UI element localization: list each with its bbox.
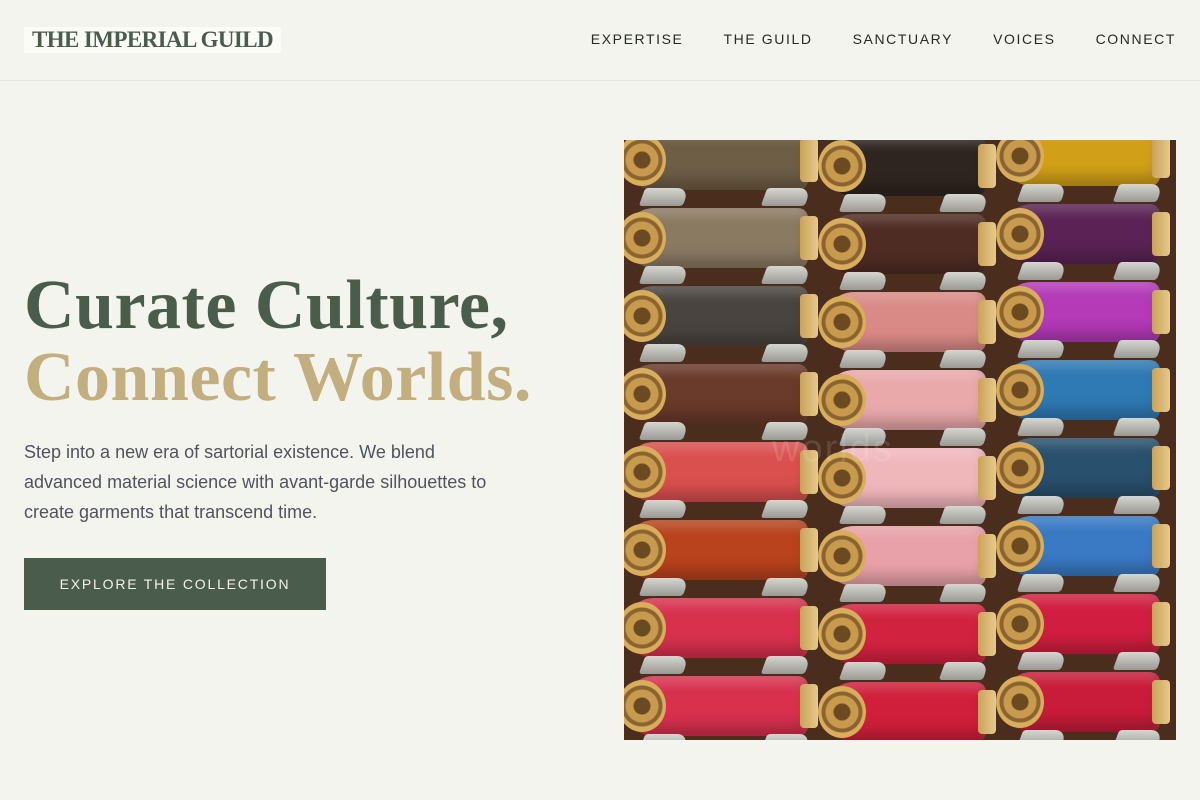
thread-spool [818,292,996,352]
thread-spool [624,598,818,658]
spool-holder [838,584,890,602]
thread-spool [996,140,1170,186]
spool-holder [638,500,690,518]
spool-holder [938,350,990,368]
thread-spool [624,140,818,190]
spool-holder [1112,652,1164,670]
spool-holder [638,578,690,596]
thread-spool [818,682,996,740]
spool-holder [838,194,890,212]
nav-item-voices[interactable]: VOICES [993,31,1056,47]
spool-holder [760,344,812,362]
hero-headline-line-2: Connect Worlds. [24,339,532,416]
thread-spool [996,360,1170,420]
spool-holder [1112,730,1164,740]
image-watermark: worlds [772,428,894,470]
thread-spool [624,286,818,346]
spool-holder [1112,184,1164,202]
hero-headline-line-1: Curate Culture, [24,267,509,344]
spool-holder [838,350,890,368]
thread-spool [996,672,1170,732]
spool-holder [760,656,812,674]
nav-item-connect[interactable]: CONNECT [1096,31,1176,47]
spool-holder [838,506,890,524]
thread-spool [818,370,996,430]
nav-item-the-guild[interactable]: THE GUILD [723,31,812,47]
spool-holder [760,500,812,518]
nav-item-expertise[interactable]: EXPERTISE [591,31,684,47]
thread-spool [818,140,996,196]
spool-holder [938,428,990,446]
spool-holder [1112,418,1164,436]
spool-holder [1016,340,1068,358]
spool-holder [938,506,990,524]
spool-holder [938,662,990,680]
spool-holder [1112,262,1164,280]
spool-holder [638,266,690,284]
explore-collection-button[interactable]: EXPLORE THE COLLECTION [24,558,326,610]
main-nav: EXPERTISE THE GUILD SANCTUARY VOICES CON… [591,31,1176,47]
spool-holder [638,656,690,674]
spool-holder [838,272,890,290]
spool-holder [938,272,990,290]
thread-spool [818,604,996,664]
thread-spool [996,282,1170,342]
spool-holder [1016,496,1068,514]
spool-holder [1016,652,1068,670]
spool-holder [938,584,990,602]
thread-spool [996,438,1170,498]
hero-image: worlds [624,140,1176,740]
spool-holder [638,422,690,440]
spool-holder [1016,730,1068,740]
nav-item-sanctuary[interactable]: SANCTUARY [853,31,954,47]
thread-spool [996,516,1170,576]
spool-holder [638,188,690,206]
spool-holder [1112,340,1164,358]
thread-spool [996,594,1170,654]
thread-spool [624,364,818,424]
spool-holder [1016,262,1068,280]
brand-logo[interactable]: THE IMPERIAL GUILD [24,27,281,53]
thread-spool [624,208,818,268]
thread-column [996,140,1176,740]
spool-holder [1016,574,1068,592]
spool-holder [760,734,812,740]
thread-spool [624,676,818,736]
spool-holder [1112,496,1164,514]
hero-headline: Curate Culture, Connect Worlds. [24,270,532,414]
spool-holder [838,662,890,680]
spool-holder [1112,574,1164,592]
spool-holder [638,734,690,740]
thread-spool [818,526,996,586]
spool-holder [760,578,812,596]
spool-holder [1016,418,1068,436]
spool-holder [638,344,690,362]
spool-holder [760,266,812,284]
spool-holder [1016,184,1068,202]
site-header: THE IMPERIAL GUILD EXPERTISE THE GUILD S… [0,0,1200,81]
hero-lead-paragraph: Step into a new era of sartorial existen… [24,442,487,522]
thread-spool [624,520,818,580]
thread-spool [996,204,1170,264]
spool-holder [760,188,812,206]
spool-holder [938,194,990,212]
thread-spool [818,214,996,274]
